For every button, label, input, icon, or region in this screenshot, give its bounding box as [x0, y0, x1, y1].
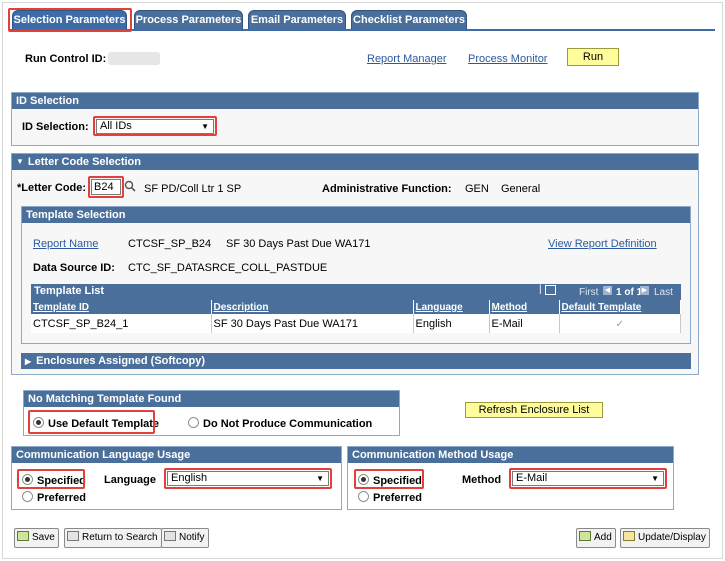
highlight-method-dropdown — [509, 468, 667, 489]
highlight-language-specified — [17, 469, 85, 489]
return-to-search-label: Return to Search — [82, 532, 158, 543]
update-display-button[interactable]: Update/Display — [620, 528, 710, 548]
letter-code-header[interactable]: ▼ Letter Code Selection — [12, 154, 698, 170]
template-selection-header: Template Selection — [22, 207, 690, 223]
highlight-language-dropdown — [164, 468, 332, 489]
highlight-letter-code — [88, 176, 124, 198]
column-header-description[interactable]: Description — [211, 300, 414, 314]
refresh-enclosure-list-button[interactable]: Refresh Enclosure List — [465, 402, 603, 418]
cell-default-template: ✓ — [559, 314, 681, 333]
report-manager-link[interactable]: Report Manager — [367, 53, 447, 65]
method-preferred-label: Preferred — [373, 492, 422, 504]
do-not-produce-radio[interactable] — [188, 417, 199, 428]
highlight-method-specified — [354, 469, 424, 489]
update-display-icon — [623, 531, 635, 541]
data-source-value: CTC_SF_DATASRCE_COLL_PASTDUE — [128, 262, 328, 274]
save-button[interactable]: Save — [14, 528, 59, 548]
previous-arrow-icon[interactable]: ◀ — [603, 286, 612, 295]
column-header-method[interactable]: Method — [489, 300, 560, 314]
letter-code-description: SF PD/Coll Ltr 1 SP — [144, 183, 242, 195]
save-label: Save — [32, 532, 55, 543]
template-list-header: Template List | First ◀ 1 of 1 ▶ Last — [31, 284, 681, 300]
save-icon — [17, 531, 29, 541]
cell-language: English — [413, 314, 490, 333]
notify-label: Notify — [179, 532, 205, 543]
run-control-id-value — [108, 52, 160, 65]
report-description: SF 30 Days Past Due WA171 — [226, 238, 371, 250]
method-preferred-radio[interactable] — [358, 491, 369, 502]
view-report-definition-link[interactable]: View Report Definition — [548, 238, 657, 250]
enclosures-title: Enclosures Assigned (Softcopy) — [36, 355, 206, 367]
table-row: CTCSF_SP_B24_1 SF 30 Days Past Due WA171… — [31, 314, 681, 333]
admin-function-description: General — [501, 183, 541, 195]
column-header-template-id[interactable]: Template ID — [31, 300, 212, 314]
admin-function-label: Administrative Function: — [322, 183, 452, 195]
do-not-produce-label: Do Not Produce Communication — [203, 418, 373, 430]
zoom-grid-icon[interactable] — [545, 285, 556, 295]
search-icon — [67, 531, 79, 541]
table-header-row: Template ID Description Language Method … — [31, 300, 681, 314]
id-selection-label: ID Selection: — [22, 121, 89, 133]
no-matching-header: No Matching Template Found — [24, 391, 399, 407]
first-link[interactable]: First — [579, 287, 598, 298]
cell-template-id: CTCSF_SP_B24_1 — [31, 314, 212, 333]
update-display-label: Update/Display — [638, 532, 706, 543]
row-range: 1 of 1 — [616, 287, 643, 298]
add-icon — [579, 531, 591, 541]
expand-triangle-icon: ▶ — [25, 357, 32, 366]
highlight-id-selection — [93, 116, 217, 136]
method-label: Method — [462, 474, 502, 486]
letter-code-title: Letter Code Selection — [27, 156, 141, 168]
return-to-search-button[interactable]: Return to Search — [64, 528, 162, 548]
enclosures-header[interactable]: ▶ Enclosures Assigned (Softcopy) — [21, 353, 691, 369]
run-button[interactable]: Run — [567, 48, 619, 66]
report-name-value: CTCSF_SP_B24 — [128, 238, 212, 250]
language-label: Language — [104, 474, 156, 486]
default-template-checkbox: ✓ — [615, 318, 624, 330]
notify-icon — [164, 531, 176, 541]
last-link[interactable]: Last — [654, 287, 673, 298]
language-preferred-radio[interactable] — [22, 491, 33, 502]
data-source-label: Data Source ID: — [33, 262, 115, 274]
comm-method-header: Communication Method Usage — [348, 447, 673, 463]
highlight-active-tab — [8, 8, 132, 32]
notify-button[interactable]: Notify — [161, 528, 209, 548]
column-header-default-template[interactable]: Default Template — [559, 300, 681, 314]
template-list-title: Template List — [34, 285, 105, 297]
add-button[interactable]: Add — [576, 528, 616, 548]
next-arrow-icon[interactable]: ▶ — [640, 286, 649, 295]
tab-checklist-parameters[interactable]: Checklist Parameters — [351, 10, 467, 30]
run-control-label: Run Control ID: — [25, 53, 107, 65]
letter-code-label: *Letter Code: — [17, 182, 87, 194]
id-selection-header: ID Selection — [12, 93, 698, 109]
admin-function-code: GEN — [465, 183, 489, 195]
add-label: Add — [594, 532, 612, 543]
language-preferred-label: Preferred — [37, 492, 86, 504]
report-name-link[interactable]: Report Name — [33, 238, 98, 250]
collapse-triangle-icon: ▼ — [16, 157, 24, 166]
cell-description: SF 30 Days Past Due WA171 — [211, 314, 414, 333]
cell-method: E-Mail — [489, 314, 560, 333]
tab-process-parameters[interactable]: Process Parameters — [134, 10, 243, 30]
search-icon[interactable] — [124, 180, 136, 192]
column-header-language[interactable]: Language — [413, 300, 490, 314]
process-monitor-link[interactable]: Process Monitor — [468, 53, 547, 65]
template-list-table: Template ID Description Language Method … — [31, 300, 681, 333]
comm-language-header: Communication Language Usage — [12, 447, 341, 463]
grid-separator: | — [539, 284, 542, 295]
tab-email-parameters[interactable]: Email Parameters — [248, 10, 346, 30]
highlight-use-default-template — [28, 410, 155, 434]
